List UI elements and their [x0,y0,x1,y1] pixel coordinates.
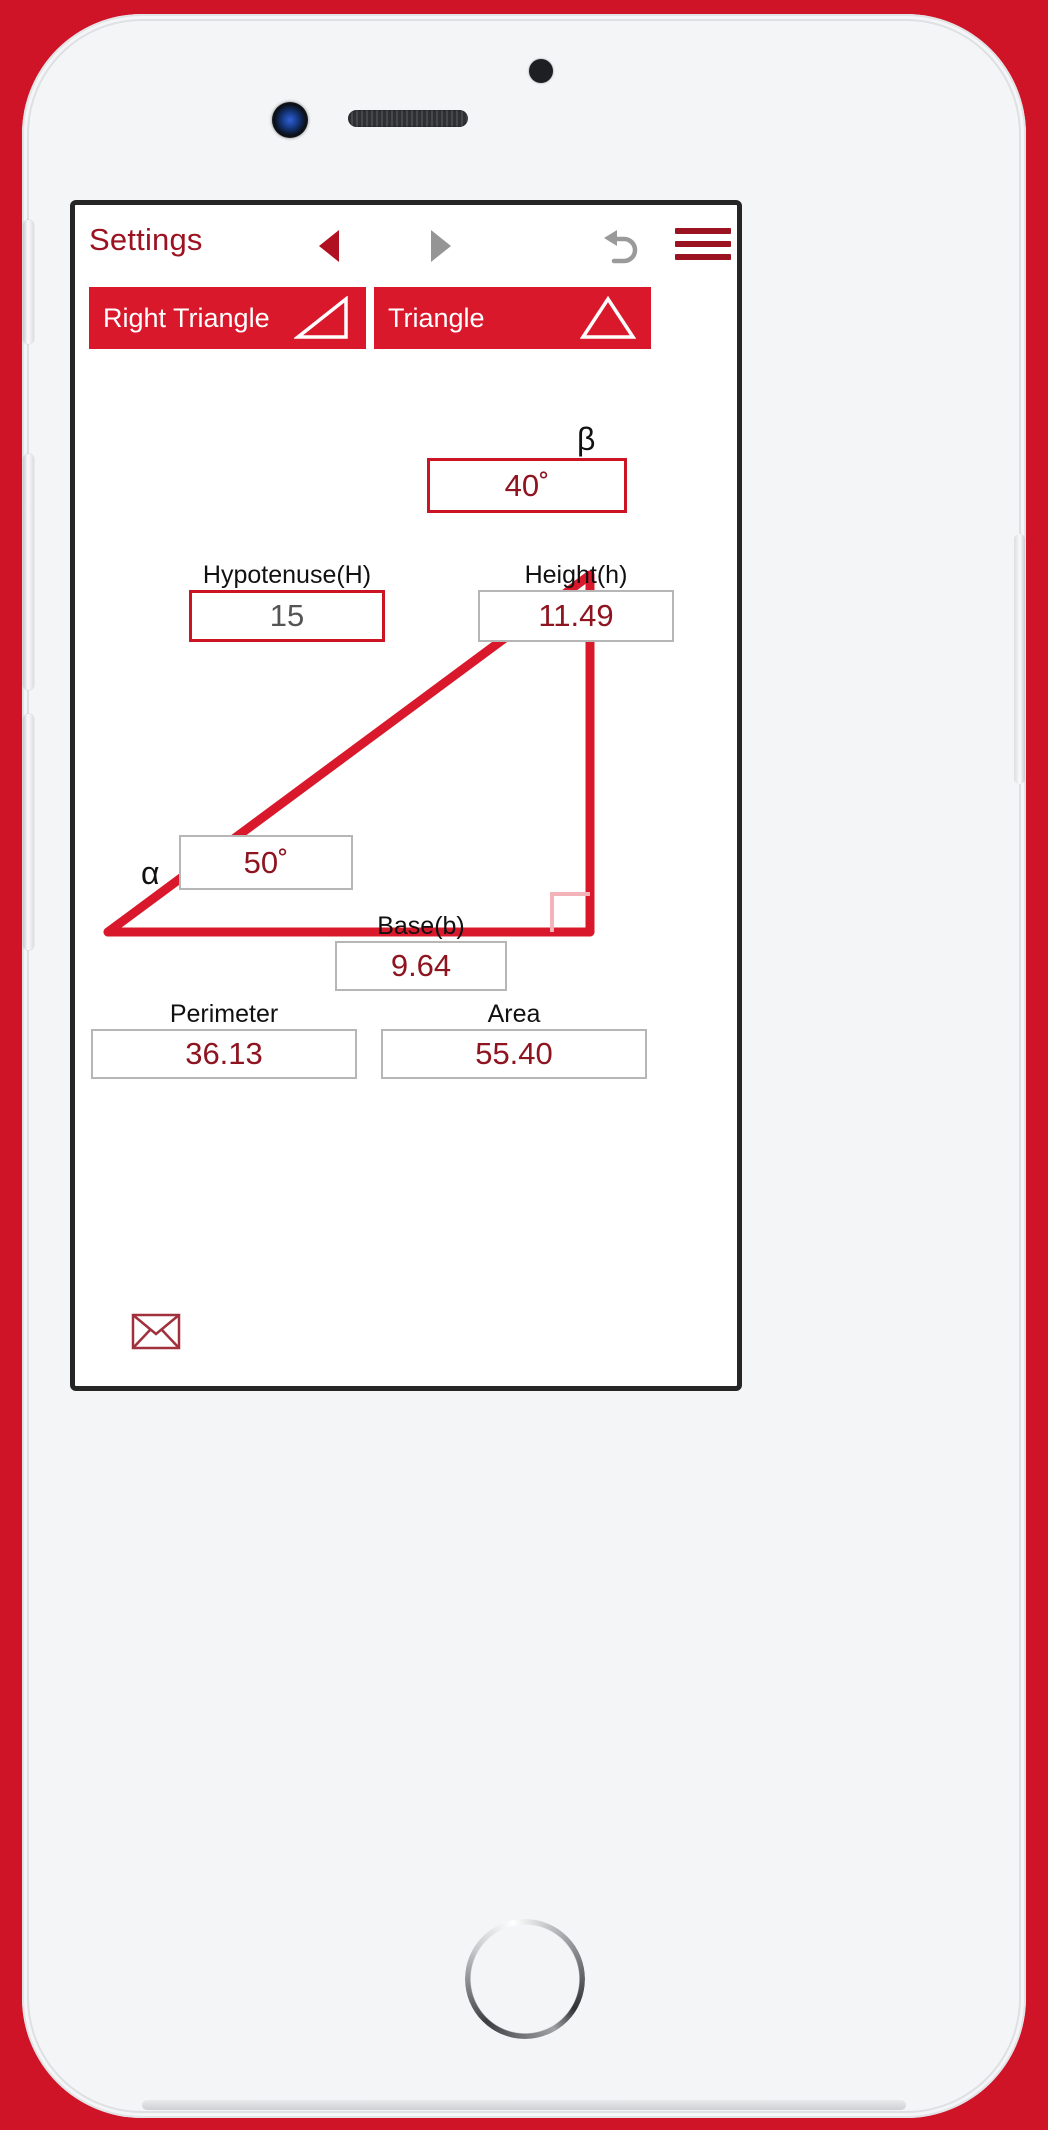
perimeter-label: Perimeter [169,1000,279,1028]
field-alpha: 50˚ [179,835,353,890]
app-toolbar: Settings [75,205,737,283]
tab-bar: Right Triangle Triangle [75,283,737,355]
field-perimeter: Perimeter 36.13 [91,999,357,1079]
front-camera [272,102,308,138]
tab-triangle-label: Triangle [388,302,485,333]
angle-beta-label: β [577,421,596,457]
undo-arrow-icon[interactable] [600,225,644,265]
menu-bar-1 [675,228,731,234]
phone-screen: Settings Right Triangle Triangle β 40˚ H… [70,200,742,1391]
area-label: Area [487,1000,541,1028]
field-hypotenuse: Hypotenuse(H) 15 [189,560,385,642]
silent-switch-button[interactable] [23,220,34,344]
triangle-left-icon[interactable] [319,230,339,262]
proximity-sensor-dot [529,59,553,83]
field-base: Base(b) 9.64 [335,911,507,991]
power-button[interactable] [1014,534,1025,784]
tab-right-triangle-label: Right Triangle [103,302,270,333]
triangle-diagram: β 40˚ Hypotenuse(H) 15 Height(h) 11.49 α… [75,355,737,1386]
height-value[interactable]: 11.49 [478,590,674,642]
home-button[interactable] [465,1919,585,2039]
triangle-right-icon[interactable] [431,230,451,262]
volume-down-button[interactable] [23,714,34,950]
bottom-edge [142,2100,906,2110]
perimeter-value[interactable]: 36.13 [91,1029,357,1079]
menu-bar-2 [675,241,731,247]
hypotenuse-label: Hypotenuse(H) [202,561,372,589]
hamburger-menu-icon[interactable] [675,228,731,260]
earpiece-speaker [348,110,468,127]
right-triangle-icon [292,295,352,346]
triangle-icon [579,295,637,346]
base-value[interactable]: 9.64 [335,941,507,991]
angle-alpha-label: α [141,855,160,891]
settings-button[interactable]: Settings [89,222,203,258]
menu-bar-3 [675,254,731,260]
envelope-icon[interactable] [131,1313,181,1350]
field-area: Area 55.40 [381,999,647,1079]
volume-up-button[interactable] [23,454,34,690]
hypotenuse-input[interactable]: 15 [189,590,385,642]
field-beta: 40˚ [427,458,627,513]
beta-input[interactable]: 40˚ [427,458,627,513]
alpha-value[interactable]: 50˚ [179,835,353,890]
tab-right-triangle[interactable]: Right Triangle [89,287,366,349]
height-label: Height(h) [524,561,628,589]
tab-triangle[interactable]: Triangle [374,287,651,349]
base-label: Base(b) [377,912,465,940]
triangle-shape [103,570,595,937]
area-value[interactable]: 55.40 [381,1029,647,1079]
phone-frame: Settings Right Triangle Triangle β 40˚ H… [22,14,1026,2118]
field-height: Height(h) 11.49 [478,560,674,642]
